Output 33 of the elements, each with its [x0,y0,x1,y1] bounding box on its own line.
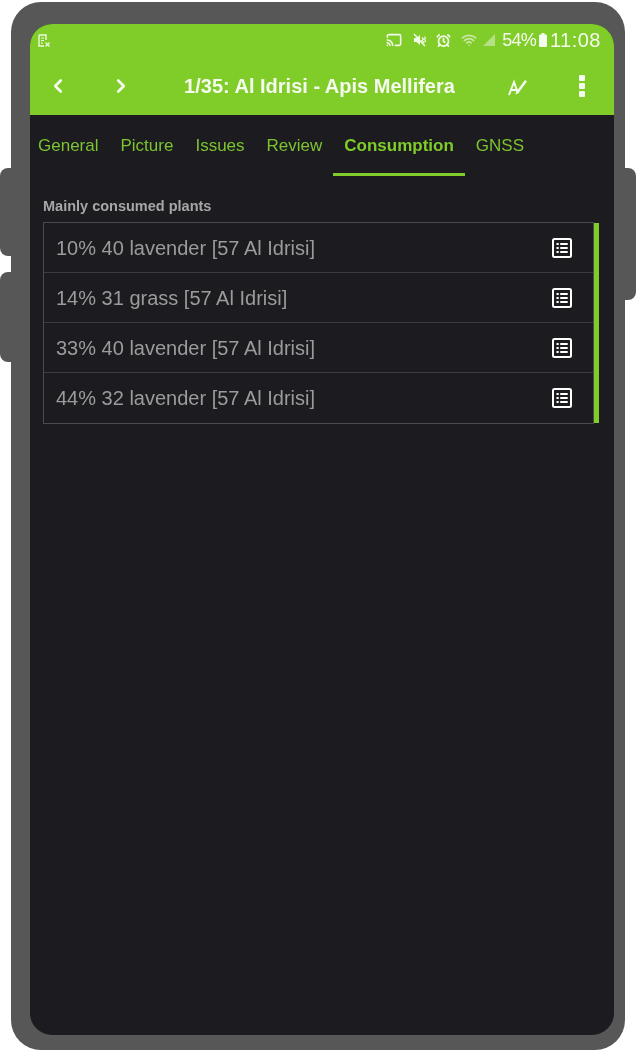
plant-list-item[interactable]: 10% 40 lavender [57 Al Idrisi] [44,223,593,273]
battery-icon [538,33,547,47]
list-icon [552,287,572,308]
clock-time: 11:08 [549,30,601,50]
list-icon [552,388,572,408]
wifi-icon [461,32,478,48]
plant-entry-text: 44% 32 lavender [57 Al Idrisi] [56,386,317,411]
mute-icon [413,33,427,47]
toolbar-title: 1/35: Al Idrisi - Apis Mellifera [184,73,455,99]
tab[interactable]: General [30,115,110,176]
tab[interactable]: Picture [109,115,185,176]
alarm-icon [436,32,452,48]
list-icon [552,237,572,258]
plant-entry-text: 14% 31 grass [57 Al Idrisi] [56,285,289,311]
tab[interactable]: Review [255,115,334,176]
side-button[interactable] [0,168,11,256]
signal-icon [482,33,497,47]
section-label: Mainly consumed plants [43,198,213,215]
side-button[interactable] [0,272,11,362]
tab[interactable]: GNSS [464,115,536,176]
more-options-icon [579,74,585,97]
plant-list-item[interactable]: 33% 40 lavender [57 Al Idrisi] [44,323,593,373]
plant-list-item[interactable]: 44% 32 lavender [57 Al Idrisi] [44,373,593,423]
plant-entry-text: 33% 40 lavender [57 Al Idrisi] [56,335,317,361]
cast-icon [386,32,403,48]
plant-entry-text: 10% 40 lavender [57 Al Idrisi] [56,235,317,261]
battery-percent: 54% [502,31,536,49]
tab[interactable]: Consumption [333,115,465,176]
plant-list-item[interactable]: 14% 31 grass [57 Al Idrisi] [44,273,593,323]
list-icon [552,337,572,358]
sheet-x-icon [38,33,50,47]
side-button[interactable] [625,168,636,300]
tab[interactable]: Issues [184,115,256,176]
